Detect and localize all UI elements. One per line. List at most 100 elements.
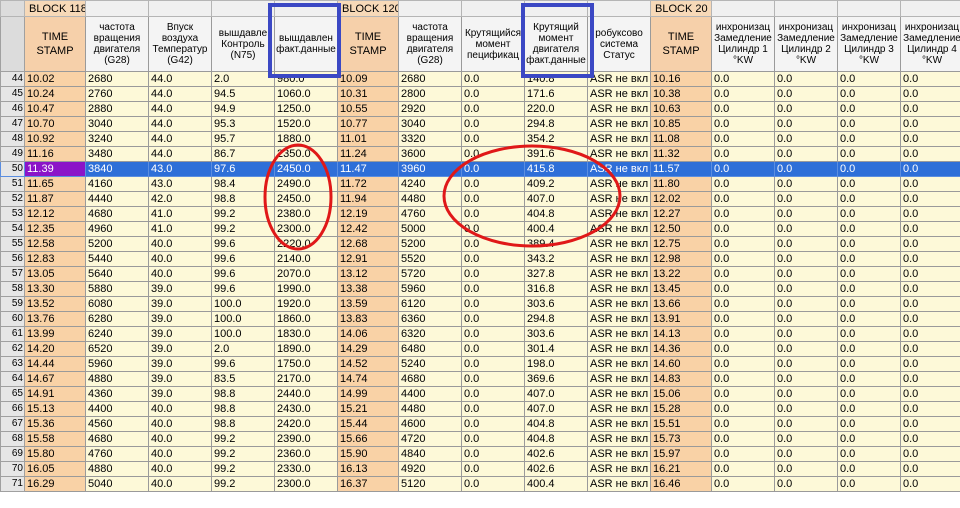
- column-header-timestamp-120[interactable]: TIME STAMP: [337, 16, 399, 72]
- table-cell[interactable]: 3240: [85, 131, 149, 147]
- table-cell[interactable]: 2390.0: [274, 431, 338, 447]
- table-cell[interactable]: 11.57: [650, 161, 712, 177]
- table-cell[interactable]: 0.0: [461, 71, 525, 87]
- table-cell[interactable]: 0.0: [711, 236, 775, 252]
- table-cell[interactable]: 0.0: [711, 131, 775, 147]
- table-cell[interactable]: 0.0: [837, 371, 901, 387]
- table-cell[interactable]: 0.0: [837, 311, 901, 327]
- table-cell[interactable]: 5040: [85, 476, 149, 492]
- table-cell[interactable]: 0.0: [900, 476, 960, 492]
- table-cell[interactable]: 0.0: [774, 356, 838, 372]
- table-cell[interactable]: 98.4: [211, 176, 275, 192]
- table-cell[interactable]: 99.6: [211, 251, 275, 267]
- table-cell[interactable]: 0.0: [774, 146, 838, 162]
- table-row[interactable]: 47 10.70 3040 44.0 95.3 1520.0 10.77 3040 0.0 294…: [0, 116, 960, 132]
- table-cell[interactable]: 0.0: [837, 86, 901, 102]
- table-cell[interactable]: 402.6: [524, 446, 588, 462]
- table-cell[interactable]: 11.65: [24, 176, 86, 192]
- table-cell[interactable]: 391.6: [524, 146, 588, 162]
- table-cell[interactable]: 0.0: [774, 386, 838, 402]
- table-cell[interactable]: 40.0: [148, 416, 212, 432]
- table-row[interactable]: 44 10.02 2680 44.0 2.0 980.0 10.09 2680 0.0 140.8…: [0, 71, 960, 87]
- row-number[interactable]: 69: [0, 446, 25, 462]
- table-cell[interactable]: 0.0: [837, 446, 901, 462]
- table-cell[interactable]: 14.83: [650, 371, 712, 387]
- table-cell[interactable]: 14.74: [337, 371, 399, 387]
- table-cell[interactable]: 12.50: [650, 221, 712, 237]
- table-cell[interactable]: ASR не вкл: [587, 266, 651, 282]
- table-cell[interactable]: 301.4: [524, 341, 588, 357]
- table-cell[interactable]: 39.0: [148, 281, 212, 297]
- table-cell[interactable]: 4920: [398, 461, 462, 477]
- table-cell[interactable]: 1990.0: [274, 281, 338, 297]
- table-cell[interactable]: 15.66: [337, 431, 399, 447]
- table-cell[interactable]: 0.0: [900, 326, 960, 342]
- table-row[interactable]: 56 12.83 5440 40.0 99.6 2140.0 12.91 5520 0.0 343…: [0, 251, 960, 267]
- table-cell[interactable]: 99.2: [211, 461, 275, 477]
- table-cell[interactable]: 0.0: [461, 461, 525, 477]
- table-cell[interactable]: 14.29: [337, 341, 399, 357]
- table-cell[interactable]: 0.0: [774, 86, 838, 102]
- table-cell[interactable]: 0.0: [711, 86, 775, 102]
- table-cell[interactable]: 0.0: [461, 101, 525, 117]
- table-cell[interactable]: 4400: [398, 386, 462, 402]
- table-cell[interactable]: ASR не вкл: [587, 341, 651, 357]
- table-cell[interactable]: 354.2: [524, 131, 588, 147]
- table-cell[interactable]: 13.99: [24, 326, 86, 342]
- table-cell[interactable]: 11.16: [24, 146, 86, 162]
- table-row[interactable]: 46 10.47 2880 44.0 94.9 1250.0 10.55 2920 0.0 220…: [0, 101, 960, 117]
- table-cell[interactable]: 0.0: [711, 326, 775, 342]
- table-row[interactable]: 49 11.16 3480 44.0 86.7 2350.0 11.24 3600 0.0 391…: [0, 146, 960, 162]
- table-cell[interactable]: 10.55: [337, 101, 399, 117]
- table-cell[interactable]: 0.0: [711, 161, 775, 177]
- table-cell[interactable]: 97.6: [211, 161, 275, 177]
- table-cell[interactable]: 4960: [85, 221, 149, 237]
- table-cell[interactable]: 0.0: [461, 206, 525, 222]
- table-cell[interactable]: 100.0: [211, 326, 275, 342]
- table-cell[interactable]: 15.97: [650, 446, 712, 462]
- table-cell[interactable]: 1920.0: [274, 296, 338, 312]
- row-number[interactable]: 71: [0, 476, 25, 492]
- table-cell[interactable]: 0.0: [837, 146, 901, 162]
- table-cell[interactable]: 99.6: [211, 266, 275, 282]
- table-cell[interactable]: 99.2: [211, 431, 275, 447]
- table-cell[interactable]: 13.38: [337, 281, 399, 297]
- table-cell[interactable]: 3040: [85, 116, 149, 132]
- table-cell[interactable]: ASR не вкл: [587, 101, 651, 117]
- table-cell[interactable]: 369.6: [524, 371, 588, 387]
- table-cell[interactable]: ASR не вкл: [587, 326, 651, 342]
- table-cell[interactable]: 0.0: [711, 461, 775, 477]
- table-cell[interactable]: 16.29: [24, 476, 86, 492]
- table-cell[interactable]: 100.0: [211, 311, 275, 327]
- table-cell[interactable]: 0.0: [774, 71, 838, 87]
- table-cell[interactable]: 0.0: [837, 236, 901, 252]
- table-cell[interactable]: 2300.0: [274, 221, 338, 237]
- table-cell[interactable]: 39.0: [148, 356, 212, 372]
- table-row[interactable]: 62 14.20 6520 39.0 2.0 1890.0 14.29 6480 0.0 301.…: [0, 341, 960, 357]
- table-cell[interactable]: 0.0: [900, 416, 960, 432]
- table-cell[interactable]: 2170.0: [274, 371, 338, 387]
- table-cell[interactable]: 0.0: [774, 221, 838, 237]
- table-cell[interactable]: 40.0: [148, 401, 212, 417]
- table-cell[interactable]: 0.0: [900, 431, 960, 447]
- table-row[interactable]: 55 12.58 5200 40.0 99.6 2220.0 12.68 5200 0.0 389…: [0, 236, 960, 252]
- table-cell[interactable]: 4560: [85, 416, 149, 432]
- table-cell[interactable]: 39.0: [148, 371, 212, 387]
- table-cell[interactable]: 327.8: [524, 266, 588, 282]
- table-cell[interactable]: ASR не вкл: [587, 161, 651, 177]
- table-cell[interactable]: 0.0: [900, 116, 960, 132]
- table-cell[interactable]: 6320: [398, 326, 462, 342]
- table-cell[interactable]: 0.0: [900, 86, 960, 102]
- table-cell[interactable]: 6240: [85, 326, 149, 342]
- table-cell[interactable]: 83.5: [211, 371, 275, 387]
- table-cell[interactable]: 0.0: [774, 341, 838, 357]
- table-cell[interactable]: 5880: [85, 281, 149, 297]
- table-cell[interactable]: 4480: [398, 191, 462, 207]
- table-cell[interactable]: 41.0: [148, 221, 212, 237]
- table-cell[interactable]: 0.0: [461, 116, 525, 132]
- table-cell[interactable]: 0.0: [900, 281, 960, 297]
- table-cell[interactable]: 13.76: [24, 311, 86, 327]
- table-cell[interactable]: ASR не вкл: [587, 176, 651, 192]
- table-cell[interactable]: 11.72: [337, 176, 399, 192]
- table-cell[interactable]: 0.0: [837, 476, 901, 492]
